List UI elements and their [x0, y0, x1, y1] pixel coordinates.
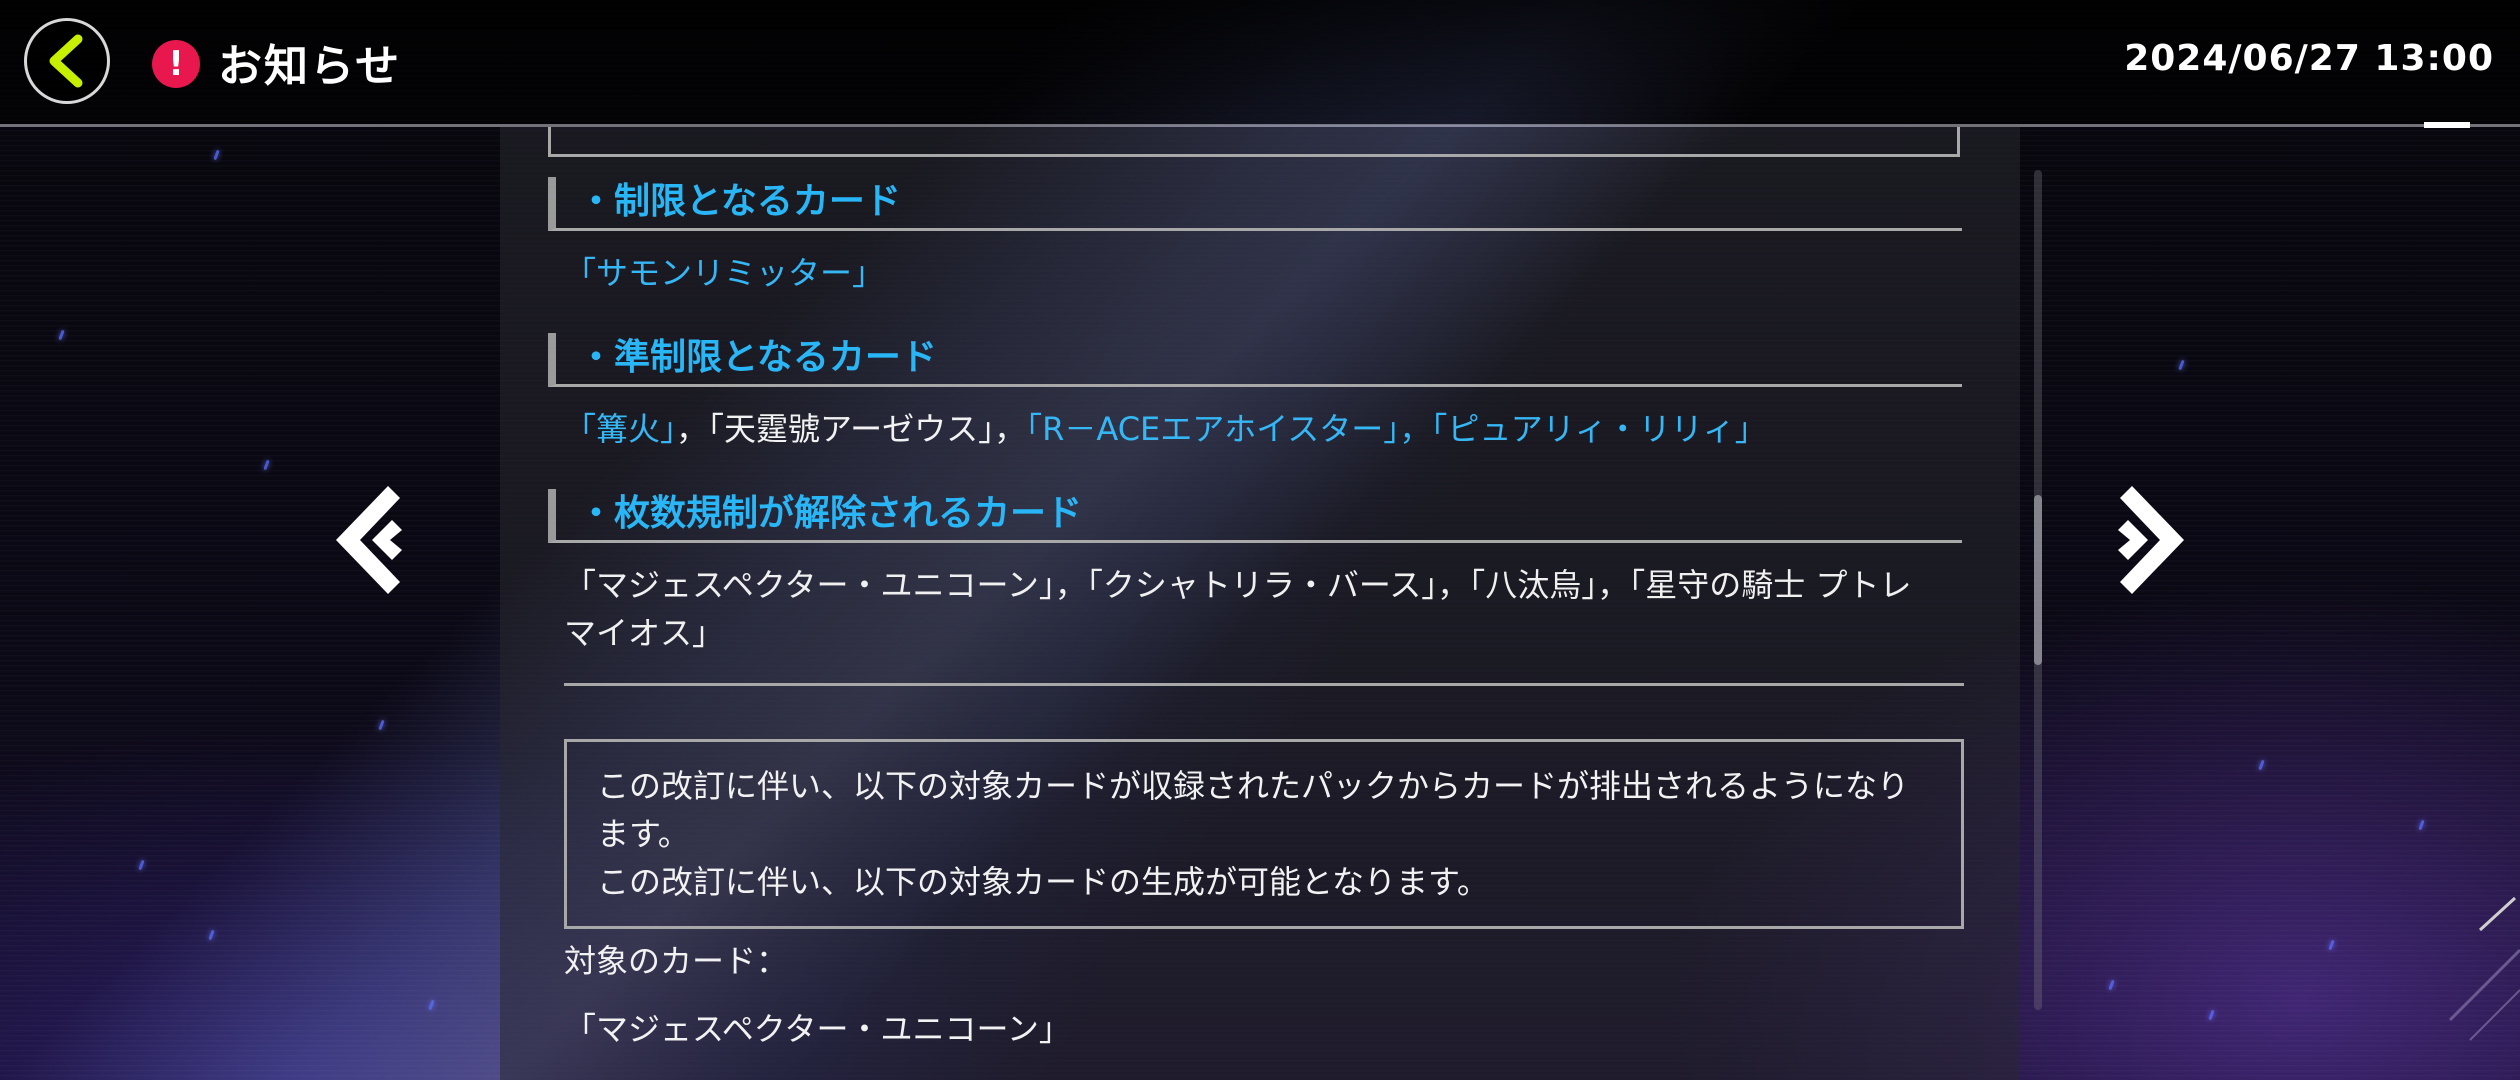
card-link[interactable]: 「ピュアリィ・リリィ」 [1431, 410, 1766, 448]
particle [138, 859, 145, 871]
particle [2108, 979, 2115, 991]
section-heading-limited: ・制限となるカード [548, 177, 1962, 231]
section-heading-unlimited: ・枚数規制が解除されるカード [548, 489, 1962, 543]
card-list-unlimited-line1: 「マジェスペクター・ユニコーン」，「クシャトリラ・バース」，「八汰烏」，「星守の… [564, 566, 1912, 604]
particle [263, 459, 270, 471]
notice-line: この改訂に伴い、以下の対象カードが収録されたパックからカードが排出されるようにな… [597, 767, 1910, 805]
card-link[interactable]: 「R－ACEエアホイスター」 [1026, 410, 1399, 448]
separator: ， [1399, 410, 1432, 448]
notice-line: この改訂に伴い、以下の対象カードの生成が可能となります。 [597, 863, 1489, 901]
separator: ， [676, 410, 709, 448]
particle [2328, 939, 2335, 951]
particle [378, 719, 385, 731]
chevron-left-icon [49, 34, 83, 88]
datetime-display: 2024/06/27 13:00 [2124, 38, 2494, 79]
scrollbar-thumb[interactable] [2034, 495, 2042, 665]
section-heading-semi-limited: ・準制限となるカード [548, 333, 1962, 387]
notice-box: この改訂に伴い、以下の対象カードが収録されたパックからカードが排出されるようにな… [564, 739, 1964, 929]
exclamation-icon: ! [152, 40, 200, 88]
previous-box-bottom [548, 127, 1960, 157]
card-list-limited: 「サモンリミッター」 [564, 249, 1964, 297]
back-button[interactable] [24, 18, 110, 104]
card-list-unlimited-line2: マイオス」 [564, 614, 725, 652]
card-link[interactable]: 「篝火」 [564, 410, 676, 448]
double-chevron-right-icon [2118, 486, 2184, 594]
card-list-semi-limited: 「篝火」，「天霆號アーゼウス」，「R－ACEエアホイスター」，「ピュアリィ・リリ… [564, 405, 1964, 453]
particle [213, 149, 220, 161]
notice-content[interactable]: ・制限となるカード 「サモンリミッター」 ・準制限となるカード 「篝火」，「天霆… [548, 127, 1968, 1080]
particle [208, 929, 215, 941]
section-divider [564, 683, 1964, 686]
page-title: お知らせ [218, 41, 402, 92]
separator: ， [994, 410, 1027, 448]
prev-page-button[interactable] [330, 480, 410, 600]
double-chevron-left-icon [336, 486, 402, 594]
particle [428, 999, 435, 1011]
screen: ! お知らせ 2024/06/27 13:00 ・制限となるカード 「サモンリミ… [0, 0, 2520, 1080]
header-indicator [2424, 122, 2470, 128]
next-page-button[interactable] [2110, 480, 2190, 600]
target-card: 「マジェスペクター・ユニコーン」 [564, 1010, 1071, 1048]
header-bar: ! お知らせ 2024/06/27 13:00 [0, 0, 2520, 125]
notice-line: ます。 [597, 815, 690, 853]
card-link[interactable]: 「サモンリミッター」 [564, 254, 884, 292]
particle [2418, 819, 2425, 831]
card-name: 「天霆號アーゼウス」 [708, 410, 995, 448]
particle [2178, 359, 2185, 371]
particle [2208, 1009, 2215, 1021]
corner-decoration [2448, 896, 2520, 1041]
target-label: 対象のカード： [564, 942, 789, 980]
particle [58, 329, 65, 341]
particle [2258, 759, 2265, 771]
